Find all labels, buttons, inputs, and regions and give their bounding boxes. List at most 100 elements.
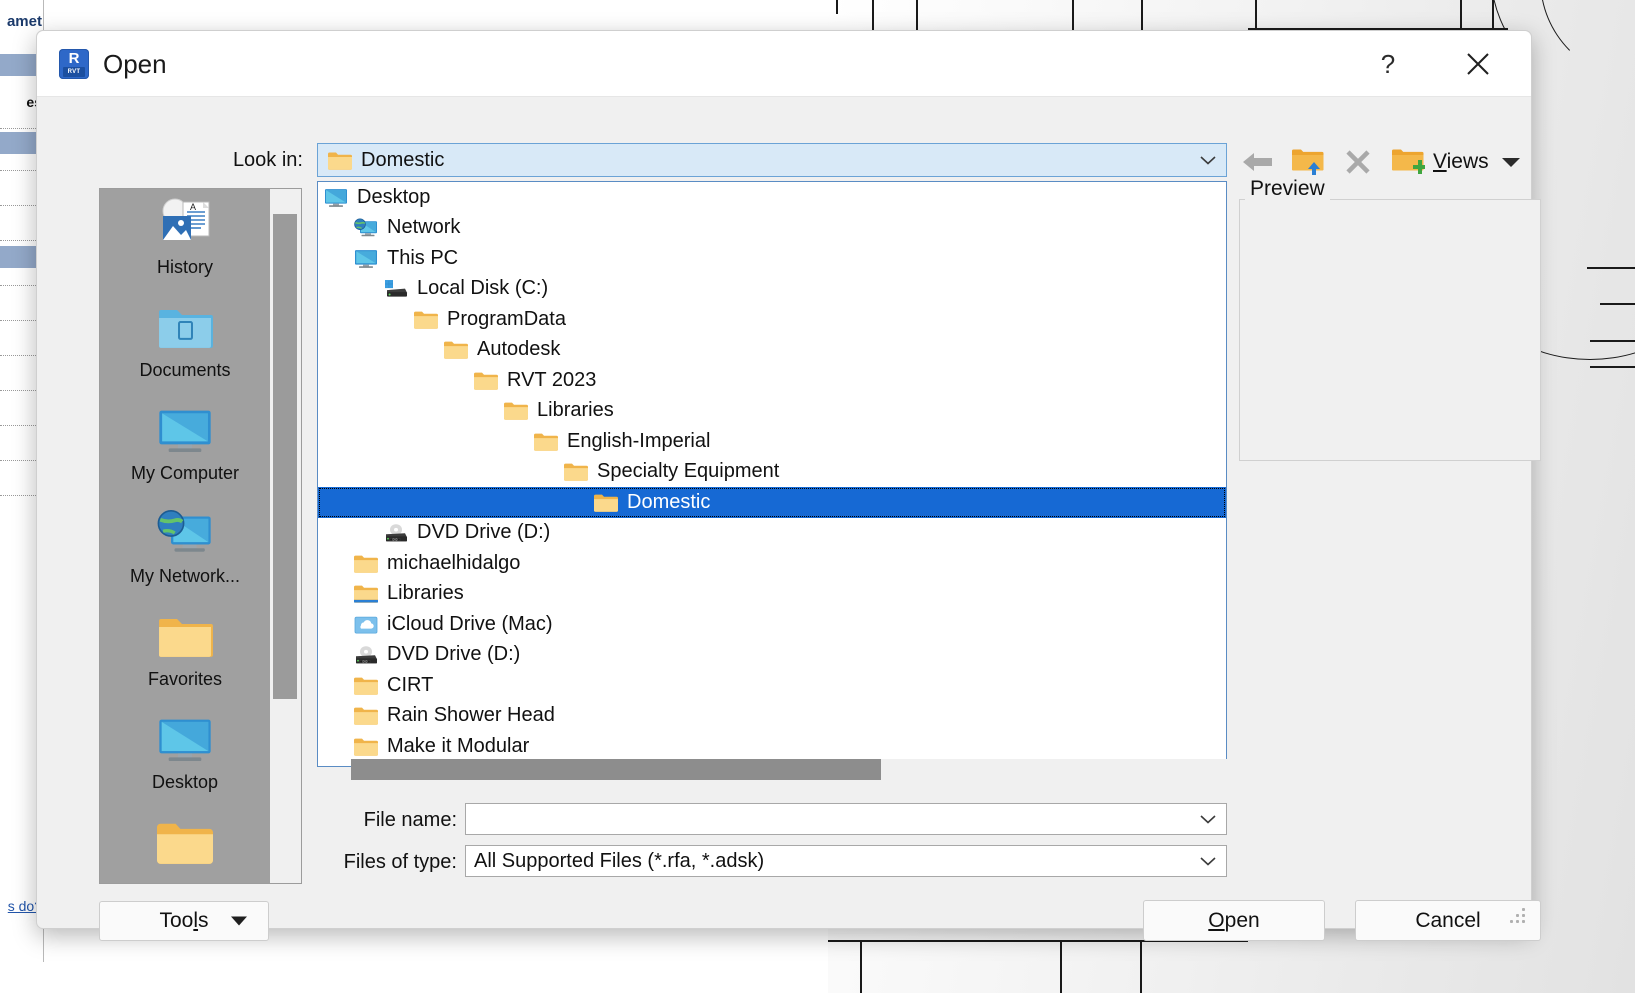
delete-icon xyxy=(1346,150,1370,174)
views-button[interactable]: Views xyxy=(1433,139,1521,185)
views-rest: iews xyxy=(1446,150,1489,173)
look-in-value: Domestic xyxy=(361,148,445,171)
tools-button[interactable]: Tools xyxy=(99,901,269,941)
local-disk-icon xyxy=(384,279,408,298)
files-of-type-value: All Supported Files (*.rfa, *.adsk) xyxy=(474,849,765,872)
favorites-folder-icon xyxy=(157,607,213,665)
places-item-documents[interactable]: Documents xyxy=(100,292,270,395)
tree-horizontal-scrollbar[interactable] xyxy=(351,759,1227,780)
file-name-label: File name: xyxy=(363,809,457,831)
tree-item[interactable]: English-Imperial xyxy=(318,426,1226,457)
preview-panel xyxy=(1239,199,1541,461)
preview-label: Preview xyxy=(1245,177,1330,201)
svg-text:A: A xyxy=(190,202,196,212)
open-dialog: R RVT Open ? Look in: Domestic Views A H… xyxy=(36,30,1541,941)
revit-rvt-icon: R RVT xyxy=(59,49,89,79)
tree-item[interactable]: Libraries xyxy=(318,396,1226,427)
close-button[interactable] xyxy=(1451,45,1505,83)
my-computer-icon xyxy=(157,401,213,459)
places-list[interactable]: A History Documents My Computer My Netwo… xyxy=(100,189,270,883)
chevron-down-icon[interactable] xyxy=(1190,144,1226,176)
folder-icon xyxy=(354,676,378,695)
tree-item[interactable]: ProgramData xyxy=(318,304,1226,335)
files-of-type-label: Files of type: xyxy=(343,851,457,873)
places-scrollbar[interactable] xyxy=(270,189,301,883)
revit-icon-letter: R xyxy=(68,50,80,67)
views-label: Views xyxy=(1433,150,1489,174)
desktop-icon xyxy=(157,710,213,768)
icloud-drive-icon xyxy=(354,615,378,634)
history-icon: A xyxy=(157,195,213,253)
create-new-folder-icon xyxy=(1392,149,1425,174)
tree-item[interactable]: Network xyxy=(318,213,1226,244)
places-item-my-network[interactable]: My Network... xyxy=(100,498,270,601)
tree-item[interactable]: Rain Shower Head xyxy=(318,701,1226,732)
tree-item-label: iCloud Drive (Mac) xyxy=(387,612,553,635)
tree-item-label: ProgramData xyxy=(447,307,566,330)
files-of-type-combobox[interactable]: All Supported Files (*.rfa, *.adsk) xyxy=(465,845,1227,877)
folder-icon xyxy=(354,706,378,725)
tree-hscrollbar-thumb[interactable] xyxy=(351,759,881,780)
bg-line xyxy=(1060,940,1062,993)
tree-item[interactable]: RVT 2023 xyxy=(318,365,1226,396)
tree-item[interactable]: Specialty Equipment xyxy=(318,457,1226,488)
libraries-folder-icon xyxy=(354,584,378,603)
places-item-history[interactable]: A History xyxy=(100,189,270,292)
open-button[interactable]: Open xyxy=(1143,900,1325,941)
revit-icon-sub: RVT xyxy=(63,67,85,77)
folder-icon xyxy=(414,310,438,329)
places-item-folder[interactable] xyxy=(100,807,270,883)
dialog-title: Open xyxy=(103,49,167,79)
tree-item-label: Rain Shower Head xyxy=(387,704,555,727)
places-item-favorites[interactable]: Favorites xyxy=(100,601,270,704)
create-new-folder-button[interactable] xyxy=(1383,139,1433,185)
places-item-label: My Network... xyxy=(129,566,240,586)
tree-item-label: Domestic xyxy=(627,490,711,513)
views-accesskey: V xyxy=(1433,150,1447,173)
folder-icon xyxy=(444,340,468,359)
resize-grip[interactable] xyxy=(1507,905,1525,923)
my-network-icon xyxy=(157,504,213,562)
file-name-combobox[interactable] xyxy=(465,803,1227,835)
tree-item-label: English-Imperial xyxy=(567,429,711,452)
places-item-label: My Computer xyxy=(130,463,240,483)
up-one-level-icon xyxy=(1292,149,1324,175)
folder-icon xyxy=(504,401,528,420)
tree-item-label: CIRT xyxy=(387,673,434,696)
documents-folder-icon xyxy=(157,298,213,356)
tree-item[interactable]: Libraries xyxy=(318,579,1226,610)
tree-item[interactable]: DVD DVD Drive (D:) xyxy=(318,518,1226,549)
tree-item[interactable]: This PC xyxy=(318,243,1226,274)
files-of-type-chevron-down-icon[interactable] xyxy=(1190,846,1226,876)
tools-chevron-down-icon xyxy=(230,916,248,927)
dvd-drive-icon: DVD xyxy=(384,523,408,543)
tree-item-label: Network xyxy=(387,216,461,239)
tree-item[interactable]: Make it Modular xyxy=(318,731,1226,762)
svg-text:DVD: DVD xyxy=(392,538,397,541)
tree-item[interactable]: michaelhidalgo xyxy=(318,548,1226,579)
folder-icon xyxy=(354,737,378,756)
folder-icon xyxy=(564,462,588,481)
places-item-my-computer[interactable]: My Computer xyxy=(100,395,270,498)
places-bar: A History Documents My Computer My Netwo… xyxy=(99,188,302,884)
tree-item[interactable]: Autodesk xyxy=(318,335,1226,366)
tree-item[interactable]: Domestic xyxy=(318,487,1226,518)
bg-line xyxy=(1255,0,1257,30)
help-button[interactable]: ? xyxy=(1361,45,1415,83)
places-item-desktop[interactable]: Desktop xyxy=(100,704,270,807)
tree-item[interactable]: Desktop xyxy=(318,182,1226,213)
tree-item-label: Autodesk xyxy=(477,338,561,361)
folder-tree[interactable]: Desktop Network This PC Local Disk (C:) … xyxy=(317,181,1227,767)
places-item-label: Documents xyxy=(139,360,231,380)
tree-item[interactable]: CIRT xyxy=(318,670,1226,701)
tree-item[interactable]: Local Disk (C:) xyxy=(318,274,1226,305)
places-scrollbar-thumb[interactable] xyxy=(273,214,297,699)
tree-item[interactable]: DVD DVD Drive (D:) xyxy=(318,640,1226,671)
tree-item[interactable]: iCloud Drive (Mac) xyxy=(318,609,1226,640)
delete-button[interactable] xyxy=(1333,139,1383,185)
tools-label: Tools xyxy=(159,909,209,932)
file-name-chevron-down-icon[interactable] xyxy=(1190,804,1226,834)
close-icon xyxy=(1467,53,1489,75)
folder-icon xyxy=(157,813,213,871)
look-in-combobox[interactable]: Domestic xyxy=(317,143,1227,177)
